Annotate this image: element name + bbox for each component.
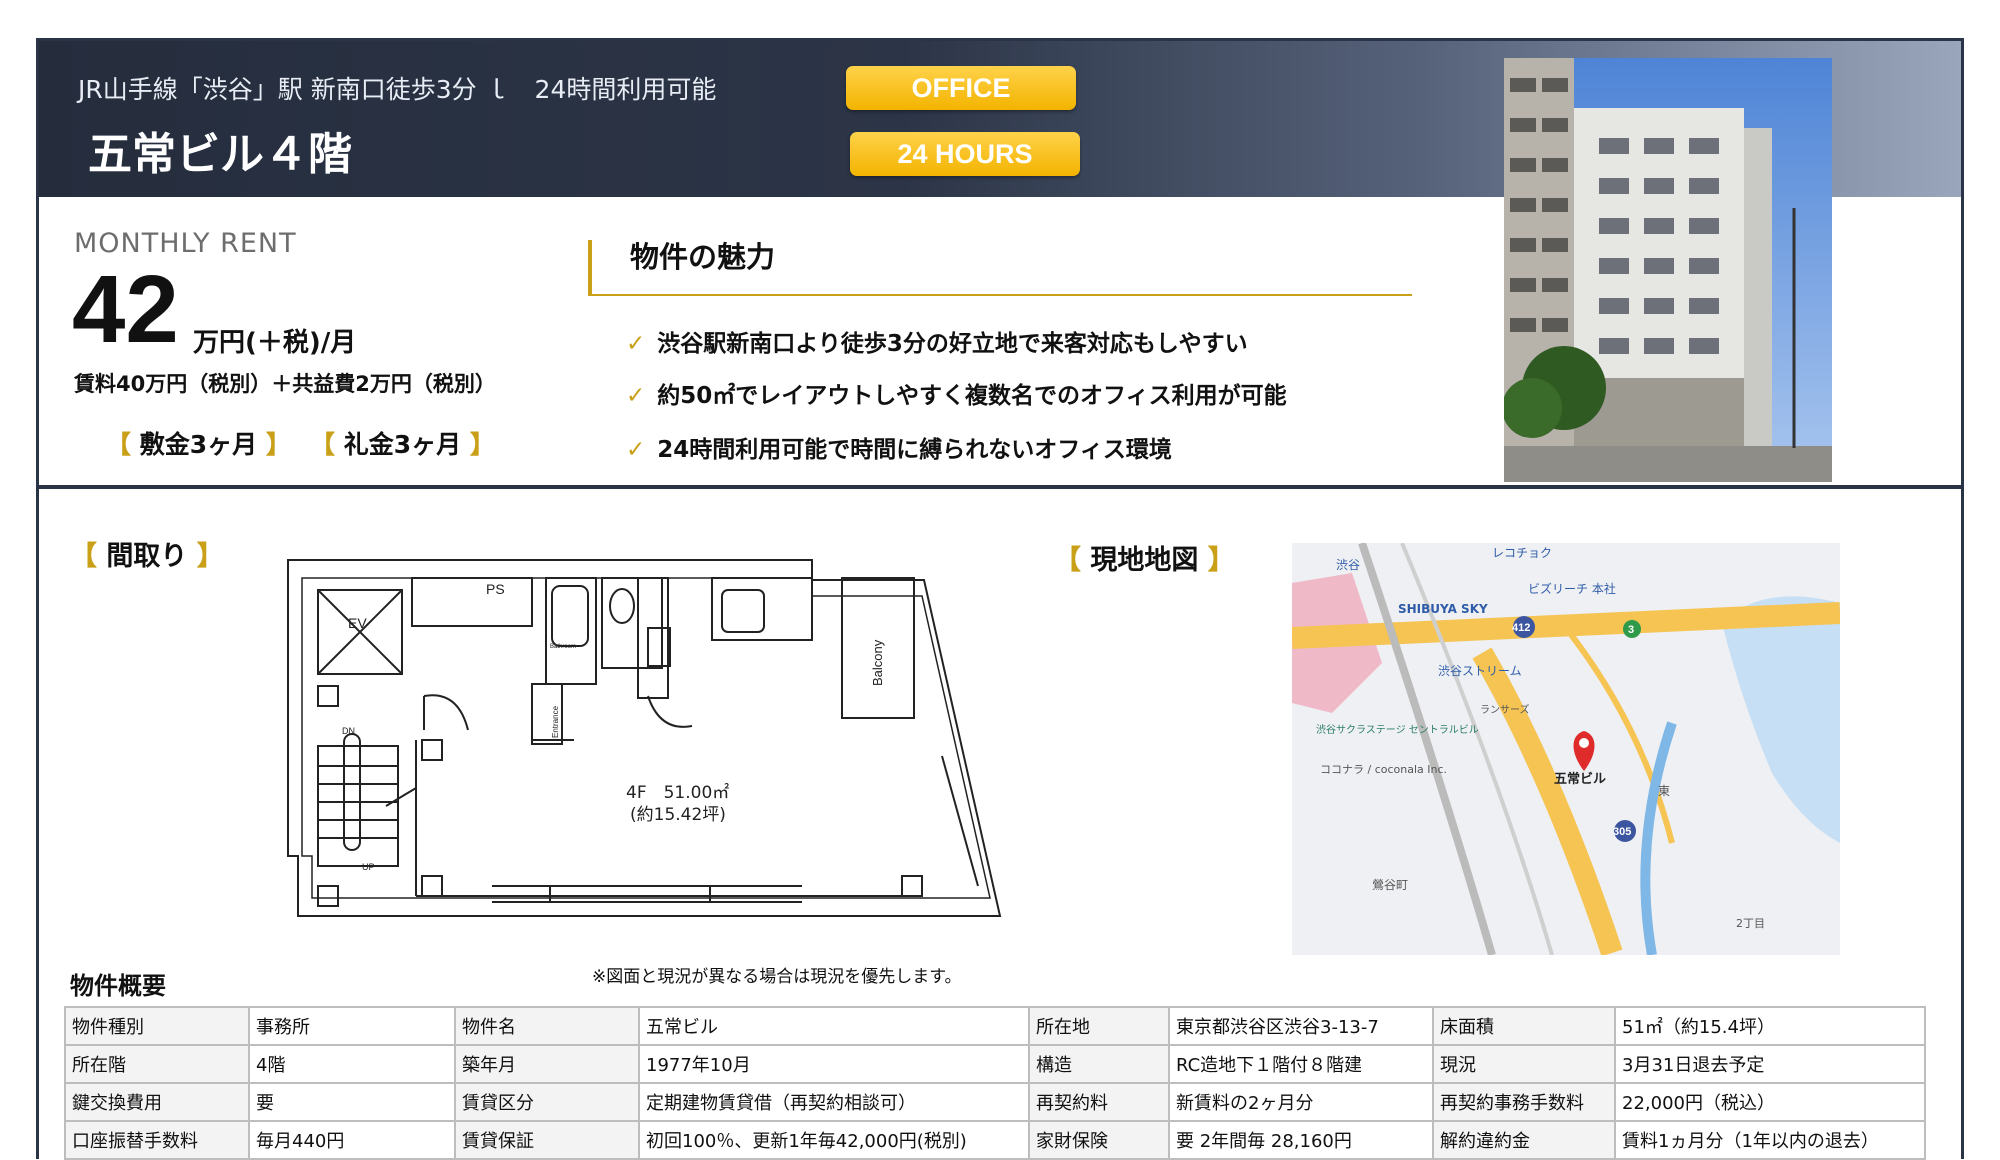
map-label-coconala: ココナラ / coconala Inc.	[1320, 763, 1447, 776]
map-label-shibuya: 渋谷	[1336, 558, 1360, 572]
check-icon: ✓	[626, 331, 646, 357]
table-row: 鍵交換費用要 賃貸区分 定期建物賃貸借（再契約相談可） 再契約料 新賃料の2ヶ月分 …	[64, 1082, 1926, 1122]
check-icon: ✓	[626, 437, 646, 463]
route-412-label: 412	[1512, 622, 1530, 634]
area-label: 4F 51.00㎡	[626, 783, 729, 803]
appeal-accent-bar	[588, 240, 592, 296]
ps-label: PS	[486, 581, 505, 597]
route-3-label: 3	[1628, 624, 1634, 636]
key-money-label: 【 礼金3ヶ月 】	[310, 430, 495, 459]
route-305-label: 305	[1613, 826, 1631, 838]
hours-badge: 24 HOURS	[850, 132, 1080, 176]
map-heading: 【 現地地図 】	[1054, 545, 1235, 576]
map-label-uguisudani: 鶯谷町	[1372, 877, 1408, 892]
map-label-lancers: ランサーズ	[1480, 703, 1530, 716]
map-label-shibuya-sky: SHIBUYA SKY	[1398, 602, 1488, 616]
bathroom-label: Bathroom	[550, 644, 576, 650]
map-label-sakura-stage: 渋谷サクラステージ セントラルビル	[1316, 723, 1479, 736]
map-label-bizreach: ビズリーチ 本社	[1528, 581, 1616, 596]
floor-plan: PS EV Bathroom Balcony Entrance DN UP 4F…	[287, 559, 1002, 917]
station-access: JR山手線「渋谷」駅 新南口徒歩3分 ｌ 24時間利用可能	[78, 75, 717, 104]
map-label-stream: 渋谷ストリーム	[1438, 664, 1522, 678]
summary-heading: 物件概要	[70, 972, 166, 1000]
table-row: 物件種別 事務所 物件名 五常ビル 所在地 東京都渋谷区渋谷3-13-7 床面積 51㎡…	[64, 1006, 1926, 1046]
office-badge: OFFICE	[846, 66, 1076, 110]
appeal-underline	[588, 294, 1412, 296]
map-label-recochoku: レコチョク	[1492, 546, 1552, 560]
rent-amount: 42	[72, 256, 179, 363]
appeal-item: ✓ 約50㎡でレイアウトしやすく複数名でのオフィス利用が可能	[626, 383, 1287, 409]
check-icon: ✓	[626, 383, 646, 409]
floorplan-note: ※図面と現況が異なる場合は現況を優先します。	[592, 967, 962, 987]
key-money-value: 礼金3ヶ月	[343, 430, 462, 459]
building-photo	[1504, 58, 1832, 482]
rent-unit: 万円(＋税)/月	[193, 328, 357, 358]
deposit-label: 【 敷金3ヶ月 】	[106, 430, 291, 459]
property-summary-table: 物件種別 事務所 物件名 五常ビル 所在地 東京都渋谷区渋谷3-13-7 床面積 51㎡…	[64, 1006, 1926, 1160]
map-label-gojo-building: 五常ビル	[1554, 771, 1606, 787]
rent-breakdown: 賃料40万円（税別）＋共益費2万円（税別）	[74, 372, 496, 396]
monthly-rent-label: MONTHLY RENT	[74, 228, 297, 259]
balcony-label: Balcony	[870, 639, 885, 686]
map-label-2chome: 2丁目	[1736, 917, 1765, 930]
floorplan-heading: 【 間取り 】	[70, 541, 224, 572]
table-row: 所在階 4階 築年月 1977年10月 構造 RC造地下１階付８階建 現況 3月31日退…	[64, 1044, 1926, 1084]
area-map: 412 305 3 レコチョク 渋谷 SHIBUYA SKY ビズリーチ 本社 …	[1292, 543, 1840, 955]
entrance-label: Entrance	[551, 705, 560, 738]
ev-label: EV	[348, 615, 367, 631]
table-row: 口座振替手数料 毎月440円 賃貸保証 初回100％、更新1年毎42,000円(税別…	[64, 1120, 1926, 1160]
dn-label: DN	[342, 726, 355, 736]
appeal-item: ✓ 渋谷駅新南口より徒歩3分の好立地で来客対応もしやすい	[626, 331, 1248, 357]
property-title: 五常ビル４階	[88, 129, 352, 180]
tsubo-label: (約15.42坪)	[630, 805, 726, 825]
section-divider	[39, 485, 1961, 489]
deposit-value: 敷金3ヶ月	[139, 430, 258, 459]
appeal-item: ✓ 24時間利用可能で時間に縛られないオフィス環境	[626, 437, 1172, 463]
up-label: UP	[362, 862, 375, 872]
map-label-higashi: 東	[1658, 784, 1670, 798]
appeal-title: 物件の魅力	[630, 240, 776, 274]
